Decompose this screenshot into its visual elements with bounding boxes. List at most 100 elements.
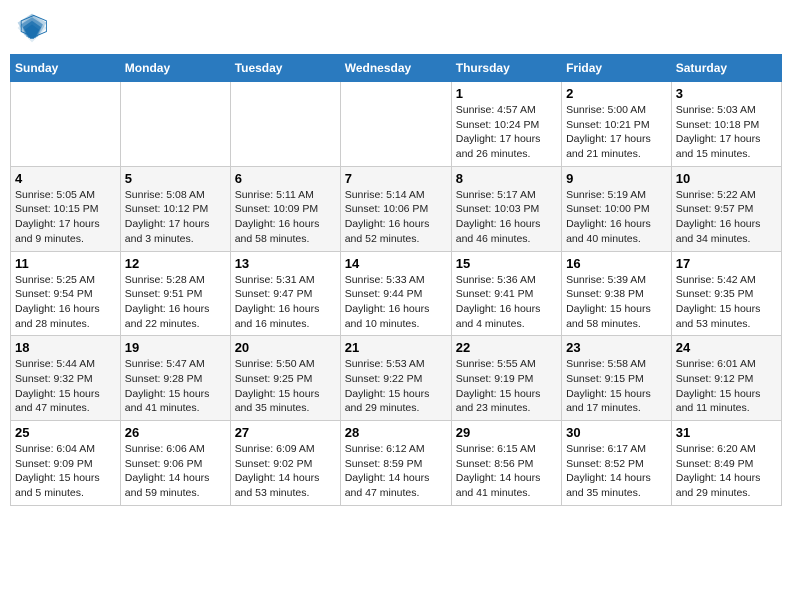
calendar-week-row: 11 Sunrise: 5:25 AM Sunset: 9:54 PM Dayli…	[11, 251, 782, 336]
calendar-cell: 10 Sunrise: 5:22 AM Sunset: 9:57 PM Dayli…	[671, 166, 781, 251]
calendar-cell: 31 Sunrise: 6:20 AM Sunset: 8:49 PM Dayli…	[671, 421, 781, 506]
day-number: 11	[15, 256, 116, 271]
day-number: 26	[125, 425, 226, 440]
day-number: 8	[456, 171, 557, 186]
calendar-cell: 20 Sunrise: 5:50 AM Sunset: 9:25 PM Dayli…	[230, 336, 340, 421]
day-detail: Sunrise: 5:03 AM Sunset: 10:18 PM Daylig…	[676, 103, 777, 162]
page-header	[10, 10, 782, 46]
day-number: 31	[676, 425, 777, 440]
day-detail: Sunrise: 5:36 AM Sunset: 9:41 PM Dayligh…	[456, 273, 557, 332]
day-detail: Sunrise: 5:55 AM Sunset: 9:19 PM Dayligh…	[456, 357, 557, 416]
logo	[14, 10, 54, 46]
calendar-cell: 3Sunrise: 5:03 AM Sunset: 10:18 PM Dayli…	[671, 82, 781, 167]
day-detail: Sunrise: 5:11 AM Sunset: 10:09 PM Daylig…	[235, 188, 336, 247]
calendar-cell: 29 Sunrise: 6:15 AM Sunset: 8:56 PM Dayli…	[451, 421, 561, 506]
calendar-cell: 30Sunrise: 6:17 AM Sunset: 8:52 PM Dayli…	[562, 421, 672, 506]
calendar-cell: 11 Sunrise: 5:25 AM Sunset: 9:54 PM Dayli…	[11, 251, 121, 336]
day-detail: Sunrise: 5:05 AM Sunset: 10:15 PM Daylig…	[15, 188, 116, 247]
day-detail: Sunrise: 5:22 AM Sunset: 9:57 PM Dayligh…	[676, 188, 777, 247]
calendar-cell: 21 Sunrise: 5:53 AM Sunset: 9:22 PM Dayli…	[340, 336, 451, 421]
day-detail: Sunrise: 5:47 AM Sunset: 9:28 PM Dayligh…	[125, 357, 226, 416]
day-detail: Sunrise: 4:57 AM Sunset: 10:24 PM Daylig…	[456, 103, 557, 162]
day-detail: Sunrise: 5:31 AM Sunset: 9:47 PM Dayligh…	[235, 273, 336, 332]
calendar-cell: 12 Sunrise: 5:28 AM Sunset: 9:51 PM Dayli…	[120, 251, 230, 336]
calendar-cell: 26 Sunrise: 6:06 AM Sunset: 9:06 PM Dayli…	[120, 421, 230, 506]
day-number: 29	[456, 425, 557, 440]
calendar-cell: 27 Sunrise: 6:09 AM Sunset: 9:02 PM Dayli…	[230, 421, 340, 506]
day-detail: Sunrise: 6:12 AM Sunset: 8:59 PM Dayligh…	[345, 442, 447, 501]
calendar-cell	[230, 82, 340, 167]
day-number: 4	[15, 171, 116, 186]
calendar-week-row: 18 Sunrise: 5:44 AM Sunset: 9:32 PM Dayli…	[11, 336, 782, 421]
day-detail: Sunrise: 5:44 AM Sunset: 9:32 PM Dayligh…	[15, 357, 116, 416]
day-number: 12	[125, 256, 226, 271]
day-number: 24	[676, 340, 777, 355]
day-detail: Sunrise: 6:17 AM Sunset: 8:52 PM Dayligh…	[566, 442, 667, 501]
day-number: 16	[566, 256, 667, 271]
calendar-table: SundayMondayTuesdayWednesdayThursdayFrid…	[10, 54, 782, 506]
day-detail: Sunrise: 5:53 AM Sunset: 9:22 PM Dayligh…	[345, 357, 447, 416]
calendar-cell: 5Sunrise: 5:08 AM Sunset: 10:12 PM Dayli…	[120, 166, 230, 251]
calendar-cell: 13 Sunrise: 5:31 AM Sunset: 9:47 PM Dayli…	[230, 251, 340, 336]
day-number: 21	[345, 340, 447, 355]
calendar-cell: 19Sunrise: 5:47 AM Sunset: 9:28 PM Dayli…	[120, 336, 230, 421]
day-number: 6	[235, 171, 336, 186]
day-detail: Sunrise: 5:39 AM Sunset: 9:38 PM Dayligh…	[566, 273, 667, 332]
calendar-cell: 14 Sunrise: 5:33 AM Sunset: 9:44 PM Dayli…	[340, 251, 451, 336]
day-detail: Sunrise: 5:19 AM Sunset: 10:00 PM Daylig…	[566, 188, 667, 247]
day-detail: Sunrise: 5:17 AM Sunset: 10:03 PM Daylig…	[456, 188, 557, 247]
day-number: 14	[345, 256, 447, 271]
day-detail: Sunrise: 6:09 AM Sunset: 9:02 PM Dayligh…	[235, 442, 336, 501]
day-number: 10	[676, 171, 777, 186]
day-number: 15	[456, 256, 557, 271]
day-detail: Sunrise: 5:00 AM Sunset: 10:21 PM Daylig…	[566, 103, 667, 162]
day-number: 7	[345, 171, 447, 186]
calendar-cell: 23 Sunrise: 5:58 AM Sunset: 9:15 PM Dayli…	[562, 336, 672, 421]
day-detail: Sunrise: 6:20 AM Sunset: 8:49 PM Dayligh…	[676, 442, 777, 501]
calendar-cell: 17 Sunrise: 5:42 AM Sunset: 9:35 PM Dayli…	[671, 251, 781, 336]
day-number: 13	[235, 256, 336, 271]
column-header-wednesday: Wednesday	[340, 55, 451, 82]
day-detail: Sunrise: 5:25 AM Sunset: 9:54 PM Dayligh…	[15, 273, 116, 332]
calendar-cell: 15 Sunrise: 5:36 AM Sunset: 9:41 PM Dayli…	[451, 251, 561, 336]
column-header-thursday: Thursday	[451, 55, 561, 82]
day-detail: Sunrise: 5:42 AM Sunset: 9:35 PM Dayligh…	[676, 273, 777, 332]
day-number: 2	[566, 86, 667, 101]
calendar-week-row: 1Sunrise: 4:57 AM Sunset: 10:24 PM Dayli…	[11, 82, 782, 167]
calendar-cell	[340, 82, 451, 167]
day-number: 23	[566, 340, 667, 355]
calendar-week-row: 25Sunrise: 6:04 AM Sunset: 9:09 PM Dayli…	[11, 421, 782, 506]
calendar-cell: 25Sunrise: 6:04 AM Sunset: 9:09 PM Dayli…	[11, 421, 121, 506]
day-number: 17	[676, 256, 777, 271]
day-detail: Sunrise: 5:33 AM Sunset: 9:44 PM Dayligh…	[345, 273, 447, 332]
column-header-saturday: Saturday	[671, 55, 781, 82]
column-header-friday: Friday	[562, 55, 672, 82]
day-detail: Sunrise: 5:14 AM Sunset: 10:06 PM Daylig…	[345, 188, 447, 247]
day-number: 5	[125, 171, 226, 186]
calendar-cell: 9Sunrise: 5:19 AM Sunset: 10:00 PM Dayli…	[562, 166, 672, 251]
day-number: 27	[235, 425, 336, 440]
calendar-cell: 2 Sunrise: 5:00 AM Sunset: 10:21 PM Dayli…	[562, 82, 672, 167]
day-detail: Sunrise: 5:58 AM Sunset: 9:15 PM Dayligh…	[566, 357, 667, 416]
day-detail: Sunrise: 5:50 AM Sunset: 9:25 PM Dayligh…	[235, 357, 336, 416]
calendar-cell: 6 Sunrise: 5:11 AM Sunset: 10:09 PM Dayli…	[230, 166, 340, 251]
day-detail: Sunrise: 5:28 AM Sunset: 9:51 PM Dayligh…	[125, 273, 226, 332]
day-detail: Sunrise: 6:01 AM Sunset: 9:12 PM Dayligh…	[676, 357, 777, 416]
calendar-cell: 28 Sunrise: 6:12 AM Sunset: 8:59 PM Dayli…	[340, 421, 451, 506]
calendar-cell	[120, 82, 230, 167]
day-number: 18	[15, 340, 116, 355]
calendar-cell: 7 Sunrise: 5:14 AM Sunset: 10:06 PM Dayli…	[340, 166, 451, 251]
calendar-cell: 18 Sunrise: 5:44 AM Sunset: 9:32 PM Dayli…	[11, 336, 121, 421]
day-number: 28	[345, 425, 447, 440]
day-number: 20	[235, 340, 336, 355]
logo-icon	[14, 10, 50, 46]
day-detail: Sunrise: 6:04 AM Sunset: 9:09 PM Dayligh…	[15, 442, 116, 501]
calendar-cell: 16 Sunrise: 5:39 AM Sunset: 9:38 PM Dayli…	[562, 251, 672, 336]
calendar-week-row: 4 Sunrise: 5:05 AM Sunset: 10:15 PM Dayli…	[11, 166, 782, 251]
calendar-cell: 4 Sunrise: 5:05 AM Sunset: 10:15 PM Dayli…	[11, 166, 121, 251]
day-detail: Sunrise: 6:06 AM Sunset: 9:06 PM Dayligh…	[125, 442, 226, 501]
column-header-sunday: Sunday	[11, 55, 121, 82]
calendar-cell: 8 Sunrise: 5:17 AM Sunset: 10:03 PM Dayli…	[451, 166, 561, 251]
day-detail: Sunrise: 6:15 AM Sunset: 8:56 PM Dayligh…	[456, 442, 557, 501]
calendar-cell: 22Sunrise: 5:55 AM Sunset: 9:19 PM Dayli…	[451, 336, 561, 421]
